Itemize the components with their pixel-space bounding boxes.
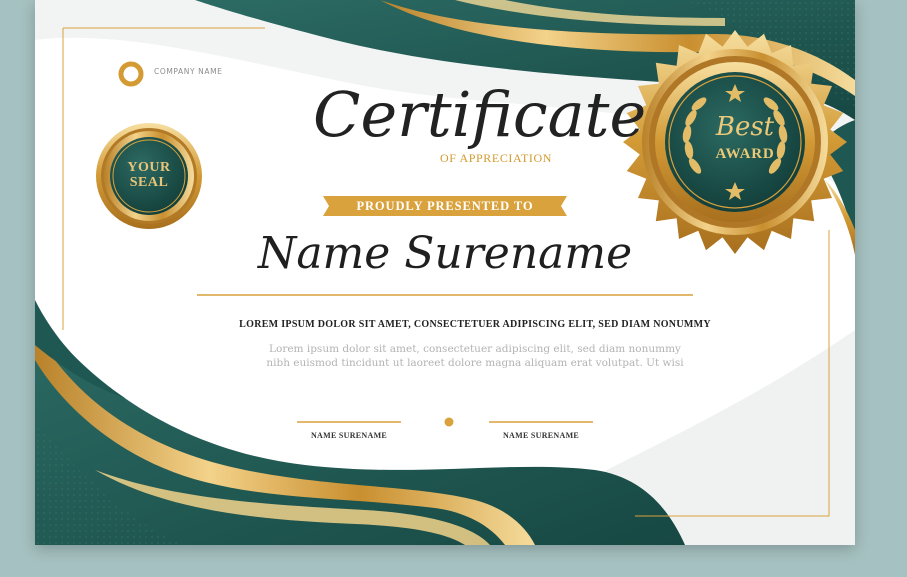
divider-dot [444, 417, 454, 427]
signature-label-right: NAME SURENAME [502, 431, 580, 440]
certificate: COMPANY NAME Certificate OF APPRECIATION… [35, 0, 855, 545]
seal-text: YOUR SEAL [121, 160, 177, 190]
seal-line-2: SEAL [129, 175, 169, 190]
recipient-name: Name Surename [257, 228, 633, 279]
award-badge-icon [623, 30, 847, 254]
company-name: COMPANY NAME [154, 67, 223, 76]
presented-to-label: PROUDLY PRESENTED TO [356, 199, 534, 213]
badge-best-text: Best [715, 112, 775, 142]
badge-award-text: AWARD [715, 146, 775, 162]
body-text: Lorem ipsum dolor sit amet, consectetuer… [195, 342, 755, 370]
lead-text: LOREM IPSUM DOLOR SIT AMET, CONSECTETUER… [239, 319, 711, 330]
body-line-1: Lorem ipsum dolor sit amet, consectetuer… [269, 343, 681, 355]
seal-line-1: YOUR [127, 160, 171, 175]
signature-label-left: NAME SURENAME [310, 431, 388, 440]
certificate-title: Certificate [313, 78, 647, 151]
company-logo-icon [118, 61, 144, 87]
body-line-2: nibh euismod tincidunt ut laoreet dolore… [266, 357, 684, 369]
certificate-subtitle: OF APPRECIATION [440, 151, 553, 165]
